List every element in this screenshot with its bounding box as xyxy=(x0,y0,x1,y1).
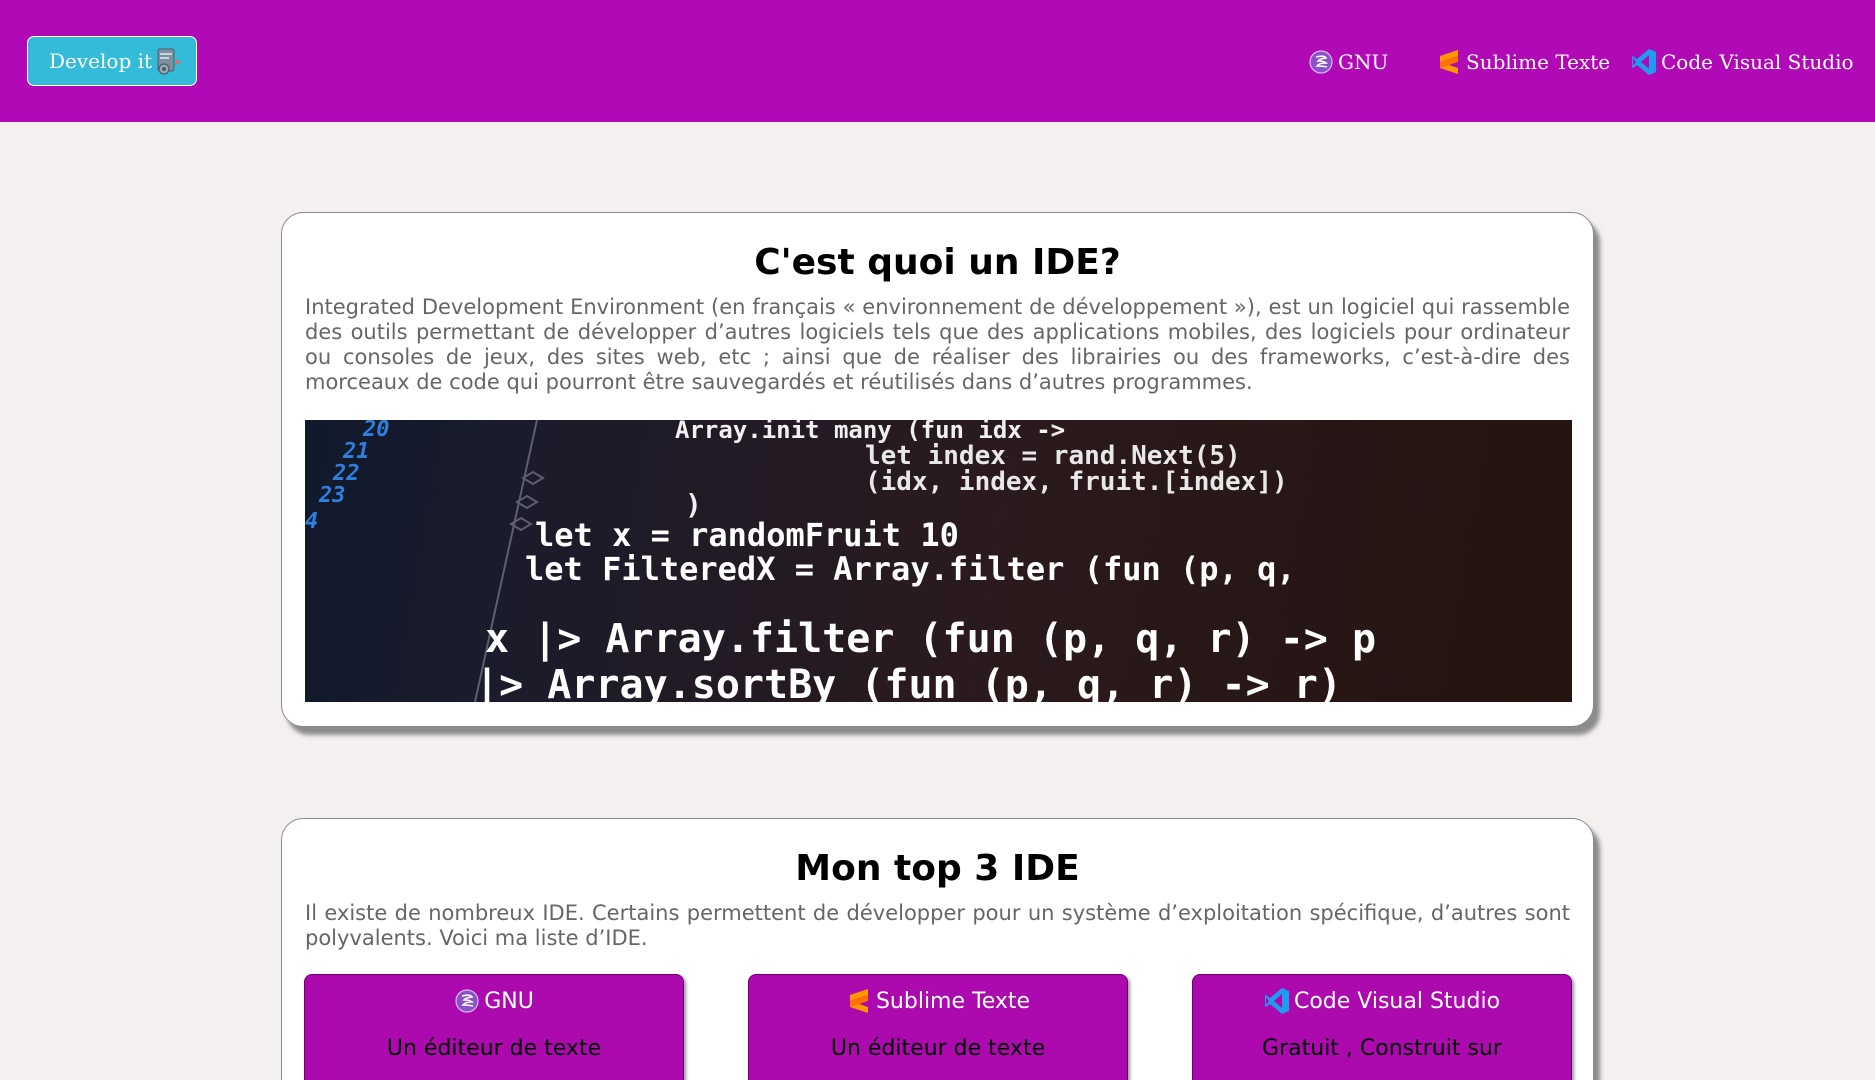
nav-link-gnu[interactable]: GNU xyxy=(1308,44,1388,80)
nav-label: Code Visual Studio xyxy=(1661,50,1854,74)
ide-name: Sublime Texte xyxy=(875,988,1031,1014)
section-description: Integrated Development Environment (en f… xyxy=(305,294,1570,394)
code-gear-icon xyxy=(154,47,184,77)
vscode-icon xyxy=(1264,987,1290,1015)
emacs-icon xyxy=(1308,47,1334,77)
emacs-icon xyxy=(454,987,480,1015)
ide-card-gnu[interactable]: GNU Un éditeur de texte xyxy=(304,974,684,1080)
code-line-number: 4 xyxy=(305,509,318,534)
ide-card-sublime-text[interactable]: Sublime Texte Un éditeur de texte xyxy=(748,974,1128,1080)
nav-link-sublime-text[interactable]: Sublime Texte xyxy=(1436,44,1610,80)
section-description: Il existe de nombreux IDE. Certains perm… xyxy=(305,900,1570,950)
top-navbar: Develop it GNU Sublime Texte Code Visual… xyxy=(0,0,1875,122)
nav-link-vscode[interactable]: Code Visual Studio xyxy=(1631,44,1854,80)
sublime-text-icon xyxy=(846,987,872,1015)
top-3-ide-card: Mon top 3 IDE Il existe de nombreux IDE.… xyxy=(281,818,1594,1080)
ide-name: GNU xyxy=(484,988,534,1014)
vscode-icon xyxy=(1631,47,1657,77)
code-line: let FilteredX = Array.filter (fun (p, q, xyxy=(525,550,1296,588)
ide-card-title: Code Visual Studio xyxy=(1193,987,1571,1015)
ide-description: Un éditeur de texte xyxy=(386,1036,602,1061)
ide-card-title: Sublime Texte xyxy=(749,987,1127,1015)
section-title: C'est quoi un IDE? xyxy=(754,242,1121,283)
ide-card-title: GNU xyxy=(305,987,683,1015)
ide-name: Code Visual Studio xyxy=(1293,988,1501,1014)
code-line: let x = randomFruit 10 xyxy=(535,516,959,554)
sublime-text-icon xyxy=(1436,47,1462,77)
nav-label: Sublime Texte xyxy=(1466,50,1611,74)
nav-label: GNU xyxy=(1338,50,1389,74)
code-line: (idx, index, fruit.[index]) xyxy=(865,467,1288,497)
ide-card-vscode[interactable]: Code Visual Studio Gratuit , Construit s… xyxy=(1192,974,1572,1080)
code-line: |> Array.sortBy (fun (p, q, r) -> r) xyxy=(475,662,1342,702)
what-is-ide-card: C'est quoi un IDE? Integrated Developmen… xyxy=(281,212,1594,727)
site-logo-button[interactable]: Develop it xyxy=(27,36,197,86)
code-line: x |> Array.filter (fun (p, q, r) -> p xyxy=(485,616,1376,663)
logo-text: Develop it xyxy=(49,49,153,73)
code-screenshot-image: 20 21 22 23 4 Array.init many (fun idx -> let… xyxy=(305,420,1572,702)
ide-description: Gratuit , Construit sur xyxy=(1262,1036,1502,1061)
code-line-number: 23 xyxy=(318,483,346,508)
ide-description: Un éditeur de texte xyxy=(830,1036,1046,1061)
section-title: Mon top 3 IDE xyxy=(795,848,1080,889)
